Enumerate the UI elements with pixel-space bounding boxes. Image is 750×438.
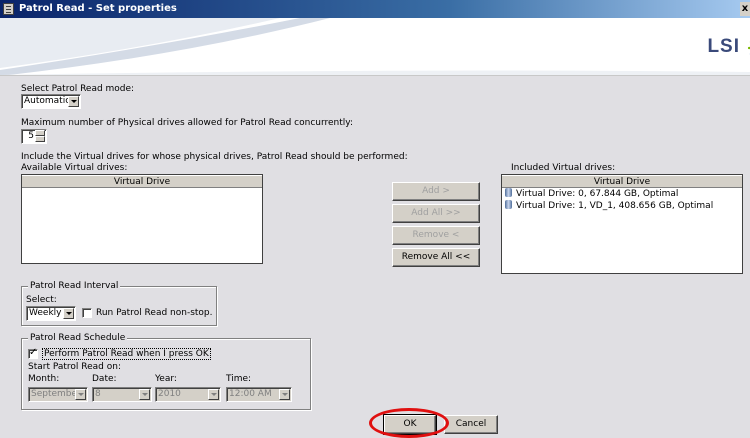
included-drives-table[interactable]: Virtual Drive Virtual Drive: 0, 67.844 G… (501, 174, 743, 274)
time-label: Time: (226, 374, 252, 384)
close-icon[interactable]: x (740, 2, 750, 16)
year-value: 2010 (158, 389, 181, 399)
included-column-header[interactable]: Virtual Drive (502, 175, 742, 188)
table-row[interactable]: Virtual Drive: 1, VD_1, 408.656 GB, Opti… (502, 200, 742, 212)
perform-label[interactable]: Perform Patrol Read when I press OK (42, 348, 211, 360)
perform-checkbox[interactable] (28, 347, 38, 359)
mode-value: Automatic (24, 96, 71, 106)
schedule-group: Patrol Read Schedule Perform Patrol Read… (21, 333, 311, 410)
time-value: 12:00 AM (229, 389, 272, 399)
max-drives-label: Maximum number of Physical drives allowe… (21, 118, 353, 128)
interval-value: Weekly (29, 308, 62, 318)
interval-select-label: Select: (26, 295, 57, 305)
mode-select[interactable]: Automatic (21, 94, 81, 109)
remove-all-button[interactable]: Remove All << (392, 248, 480, 267)
chevron-down-icon[interactable] (63, 308, 74, 319)
interval-group: Patrol Read Interval Select: Weekly Run … (21, 281, 217, 326)
title-bar: Patrol Read - Set properties x (0, 0, 750, 18)
time-select[interactable]: 12:00 AM (226, 387, 292, 402)
window-menu-icon[interactable] (3, 3, 14, 15)
header-banner: LSI (0, 18, 750, 76)
add-button[interactable]: Add > (392, 182, 480, 201)
available-drives-label: Available Virtual drives: (21, 163, 128, 173)
dialog-body: Select Patrol Read mode: Automatic Maxim… (8, 76, 750, 438)
mode-label: Select Patrol Read mode: (21, 84, 135, 94)
date-label: Date: (92, 374, 117, 384)
row-text: Virtual Drive: 0, 67.844 GB, Optimal (516, 189, 679, 199)
date-select[interactable]: 8 (92, 387, 152, 402)
chevron-down-icon[interactable] (68, 96, 79, 107)
highlight-ellipse (369, 408, 449, 438)
chevron-down-icon[interactable] (75, 389, 86, 400)
start-on-label: Start Patrol Read on: (28, 362, 122, 372)
nonstop-checkbox[interactable] (82, 308, 92, 318)
chevron-down-icon[interactable] (139, 389, 150, 400)
banner-swoosh (0, 18, 750, 75)
available-column-header[interactable]: Virtual Drive (22, 175, 262, 188)
virtual-drive-icon (505, 188, 512, 197)
chevron-down-icon[interactable] (208, 389, 219, 400)
add-all-button[interactable]: Add All >> (392, 204, 480, 223)
virtual-drive-icon (505, 200, 512, 209)
lsi-logo: LSI (707, 36, 750, 58)
max-drives-value: 5 (28, 131, 34, 141)
interval-legend: Patrol Read Interval (28, 281, 121, 291)
row-text: Virtual Drive: 1, VD_1, 408.656 GB, Opti… (516, 201, 714, 211)
included-drives-label: Included Virtual drives: (511, 163, 616, 173)
year-label: Year: (155, 374, 177, 384)
window-title: Patrol Read - Set properties (19, 3, 177, 14)
month-value: September (31, 389, 81, 399)
month-select[interactable]: September (28, 387, 88, 402)
include-label: Include the Virtual drives for whose phy… (21, 152, 408, 162)
available-drives-table[interactable]: Virtual Drive (21, 174, 263, 264)
max-drives-spinner[interactable]: 5 (21, 129, 47, 144)
spin-down-icon[interactable] (35, 136, 45, 142)
year-select[interactable]: 2010 (155, 387, 221, 402)
date-value: 8 (95, 389, 101, 399)
cancel-button[interactable]: Cancel (444, 415, 498, 434)
interval-select[interactable]: Weekly (26, 306, 76, 321)
month-label: Month: (28, 374, 60, 384)
chevron-down-icon[interactable] (279, 389, 290, 400)
remove-button[interactable]: Remove < (392, 226, 480, 245)
schedule-legend: Patrol Read Schedule (28, 333, 128, 343)
logo-text: LSI (707, 36, 740, 57)
table-row[interactable]: Virtual Drive: 0, 67.844 GB, Optimal (502, 188, 742, 200)
nonstop-label[interactable]: Run Patrol Read non-stop. (96, 308, 213, 318)
